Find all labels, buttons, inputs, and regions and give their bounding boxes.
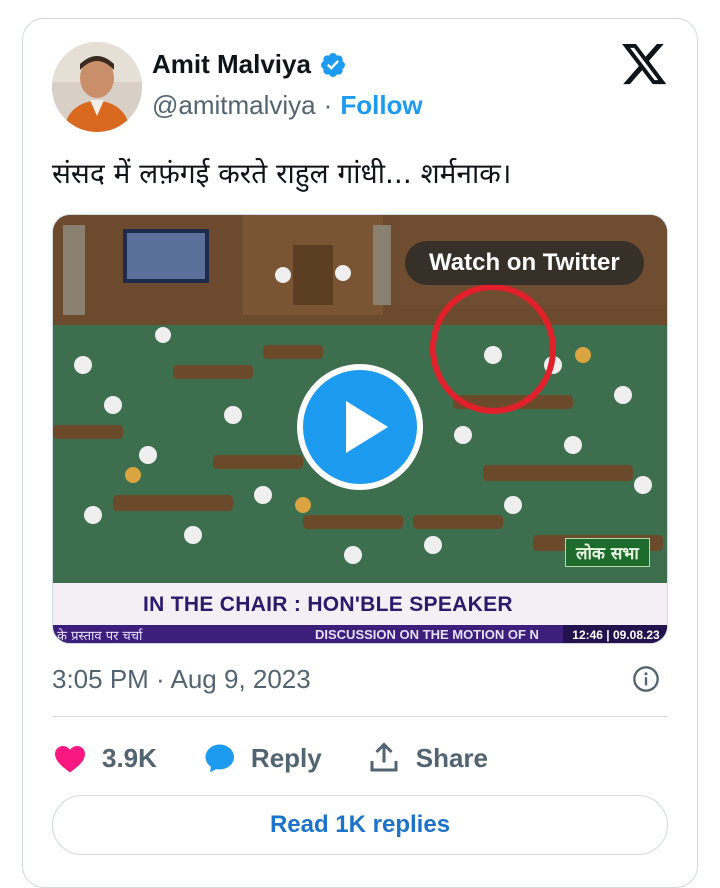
follow-link[interactable]: Follow <box>340 90 422 120</box>
channel-label: लोक सभा <box>565 538 650 567</box>
divider <box>52 716 668 717</box>
reply-label: Reply <box>250 742 322 773</box>
author-handle[interactable]: @amitmalviya <box>152 90 316 120</box>
like-button[interactable]: 3.9K <box>52 740 157 776</box>
share-label: Share <box>415 742 488 773</box>
share-icon <box>370 742 398 772</box>
author-name-row[interactable]: Amit Malviya <box>152 49 347 80</box>
like-count: 3.9K <box>102 742 157 773</box>
play-icon[interactable] <box>296 363 424 491</box>
heart-icon <box>55 746 85 773</box>
action-bar: 3.9K Reply Share <box>52 740 532 776</box>
verified-badge-icon <box>320 52 345 77</box>
subticker-time: 12:46 | 09.08.23 <box>563 625 667 643</box>
x-logo-icon[interactable] <box>622 44 668 86</box>
watch-on-twitter-label[interactable]: Watch on Twitter <box>405 241 644 285</box>
tweet-timestamp[interactable]: 3:05 PM · Aug 9, 2023 <box>52 664 311 695</box>
subticker-mid: DISCUSSION ON THE MOTION OF N <box>315 627 539 642</box>
avatar[interactable] <box>52 42 142 132</box>
author-name[interactable]: Amit Malviya <box>152 49 311 80</box>
video-player[interactable]: Watch on Twitter लोक सभा IN THE CHAIR : … <box>52 214 668 644</box>
share-button[interactable]: Share <box>366 740 488 776</box>
info-icon[interactable] <box>632 665 660 693</box>
separator: · <box>323 90 333 120</box>
read-replies-button[interactable]: Read 1K replies <box>52 795 668 855</box>
ticker-text: IN THE CHAIR : HON'BLE SPEAKER <box>143 593 513 616</box>
reply-button[interactable]: Reply <box>201 740 322 776</box>
reply-bubble-icon <box>205 744 234 773</box>
tweet-text: संसद में लफ़ंगई करते राहुल गांधी... शर्म… <box>52 157 512 190</box>
subticker-left: के प्रस्ताव पर चर्चा <box>57 629 143 644</box>
author-handle-row: @amitmalviya · Follow <box>152 90 423 121</box>
